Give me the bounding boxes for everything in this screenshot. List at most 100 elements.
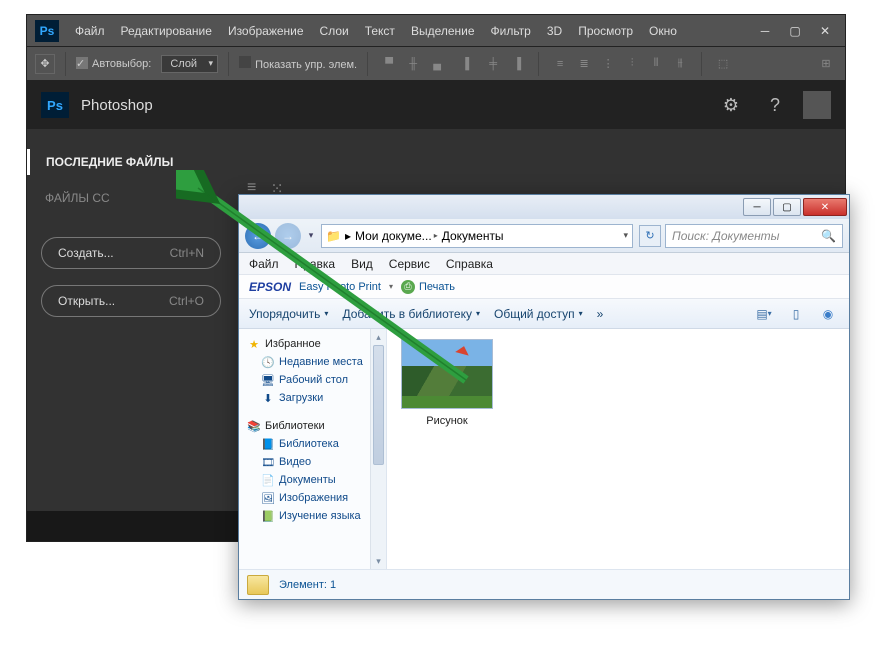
ex-menu-edit[interactable]: Правка [295,257,336,271]
breadcrumb-root[interactable]: Мои докуме...▸ [355,229,438,243]
menu-3d[interactable]: 3D [547,24,562,38]
address-bar[interactable]: 📁 ▸ Мои докуме...▸ Документы ▾ [321,224,633,248]
file-thumbnail [401,339,493,409]
ps-logo2-icon: Ps [41,92,69,118]
menu-filter[interactable]: Фильтр [491,24,531,38]
search-icon: 🔍 [821,229,836,243]
align-left-icon[interactable]: ▌ [458,53,480,75]
epson-easy-photo-link[interactable]: Easy Photo Print [299,281,381,293]
breadcrumb-folder[interactable]: Документы [442,229,504,243]
ex-menu-service[interactable]: Сервис [389,257,430,271]
explorer-content[interactable]: Рисунок [387,329,849,569]
open-button[interactable]: Открыть...Ctrl+O [41,285,221,317]
images-icon: 🖼 [261,491,275,505]
ps-sidebar: ПОСЛЕДНИЕ ФАЙЛЫ ФАЙЛЫ CC Создать...Ctrl+… [27,129,235,541]
tree-lib-language[interactable]: 📗Изучение языка [239,507,386,525]
share-dropdown[interactable]: Общий доступ▾ [494,307,583,321]
ps-options-bar: ✥ ✓Автовыбор: Слой Показать упр. элем. ▀… [27,47,845,81]
help-icon[interactable]: ? [759,89,791,121]
tree-lib-video[interactable]: 🎞Видео [239,453,386,471]
status-text: Элемент: 1 [279,579,336,591]
nav-back-button[interactable]: ← [245,223,271,249]
dist-3-icon[interactable]: ⋮ [597,53,619,75]
tree-lib-documents[interactable]: 📄Документы [239,471,386,489]
ex-menu-help[interactable]: Справка [446,257,493,271]
dist-1-icon[interactable]: ≡ [549,53,571,75]
align-buttons: ▀ ╫ ▄ [378,53,448,75]
layer-dropdown[interactable]: Слой [161,55,218,73]
lang-icon: 📗 [261,509,275,523]
create-button[interactable]: Создать...Ctrl+N [41,237,221,269]
video-icon: 🎞 [261,455,275,469]
explorer-titlebar[interactable]: ─ ▢ ✕ [239,195,849,219]
explorer-statusbar: Элемент: 1 [239,569,849,599]
ex-menu-file[interactable]: Файл [249,257,279,271]
menu-layers[interactable]: Слои [320,24,349,38]
preview-pane-button[interactable]: ▯ [785,304,807,324]
explorer-menu: Файл Правка Вид Сервис Справка [239,253,849,275]
explorer-tree: ★Избранное 🕓Недавние места 🖥Рабочий стол… [239,329,387,569]
dist-5-icon[interactable]: ⫴ [645,53,667,75]
toolbar-help-icon[interactable]: ◉ [817,304,839,324]
explorer-nav-row: ← → ▾ 📁 ▸ Мои докуме...▸ Документы ▾ ↻ П… [239,219,849,253]
align-top-icon[interactable]: ▀ [378,53,400,75]
distribute-buttons: ≡ ≣ ⋮ ⫶ ⫴ ⫵ [549,53,691,75]
tree-lib-images[interactable]: 🖼Изображения [239,489,386,507]
file-label: Рисунок [397,415,497,427]
menu-edit[interactable]: Редактирование [121,24,212,38]
organize-dropdown[interactable]: Упорядочить▾ [249,307,328,321]
menu-file[interactable]: Файл [75,24,105,38]
ps-maximize-button[interactable]: ▢ [783,22,807,40]
menu-select[interactable]: Выделение [411,24,475,38]
menu-image[interactable]: Изображение [228,24,304,38]
search-input[interactable]: Поиск: Документы🔍 [665,224,843,248]
explorer-minimize-button[interactable]: ─ [743,198,771,216]
tree-downloads[interactable]: ⬇Загрузки [239,389,386,407]
align-bottom-icon[interactable]: ▄ [426,53,448,75]
move-tool-icon[interactable]: ✥ [35,54,55,74]
avatar-icon[interactable] [803,91,831,119]
align-h-buttons: ▌ ╪ ▐ [458,53,528,75]
nav-forward-button[interactable]: → [275,223,301,249]
ex-menu-view[interactable]: Вид [351,257,373,271]
autoselect-checkbox[interactable]: ✓Автовыбор: [76,57,151,70]
tree-libraries[interactable]: 📚Библиотеки [239,417,386,435]
dist-4-icon[interactable]: ⫶ [621,53,643,75]
extras-icon[interactable]: ⊞ [815,53,837,75]
sidebar-cc-files[interactable]: ФАЙЛЫ CC [27,185,235,211]
tree-desktop[interactable]: 🖥Рабочий стол [239,371,386,389]
menu-text[interactable]: Текст [365,24,395,38]
ps-logo-icon: Ps [35,20,59,42]
ps-brand-label: Photoshop [81,97,153,114]
file-item[interactable]: Рисунок [397,339,497,427]
show-controls-checkbox[interactable]: Показать упр. элем. [239,56,357,71]
menu-view[interactable]: Просмотр [578,24,633,38]
toolbar-overflow[interactable]: » [597,307,604,321]
sidebar-recent-files[interactable]: ПОСЛЕДНИЕ ФАЙЛЫ [27,149,235,175]
epson-brand: EPSON [249,280,291,294]
menu-window[interactable]: Окно [649,24,677,38]
align-right-icon[interactable]: ▐ [506,53,528,75]
dist-2-icon[interactable]: ≣ [573,53,595,75]
align-vcenter-icon[interactable]: ╫ [402,53,424,75]
epson-print-button[interactable]: ⎙Печать [401,280,455,294]
tree-scrollbar[interactable]: ▴ ▾ [370,329,386,569]
tree-lib-library[interactable]: 📘Библиотека [239,435,386,453]
nav-history-dropdown[interactable]: ▾ [305,223,317,249]
dist-6-icon[interactable]: ⫵ [669,53,691,75]
folder-icon: 📁 [326,229,341,243]
gear-icon[interactable]: ⚙ [715,89,747,121]
explorer-close-button[interactable]: ✕ [803,198,847,216]
ps-minimize-button[interactable]: ─ [753,22,777,40]
align-hcenter-icon[interactable]: ╪ [482,53,504,75]
view-mode-button[interactable]: ▤▾ [753,304,775,324]
ps-menubar: Ps Файл Редактирование Изображение Слои … [27,15,845,47]
explorer-maximize-button[interactable]: ▢ [773,198,801,216]
add-library-dropdown[interactable]: Добавить в библиотеку▾ [342,307,480,321]
tree-favorites[interactable]: ★Избранное [239,335,386,353]
tree-recent-places[interactable]: 🕓Недавние места [239,353,386,371]
scrollbar-thumb[interactable] [373,345,384,465]
3d-mode-icon[interactable]: ⬚ [712,53,734,75]
refresh-button[interactable]: ↻ [639,225,661,247]
ps-close-button[interactable]: ✕ [813,22,837,40]
